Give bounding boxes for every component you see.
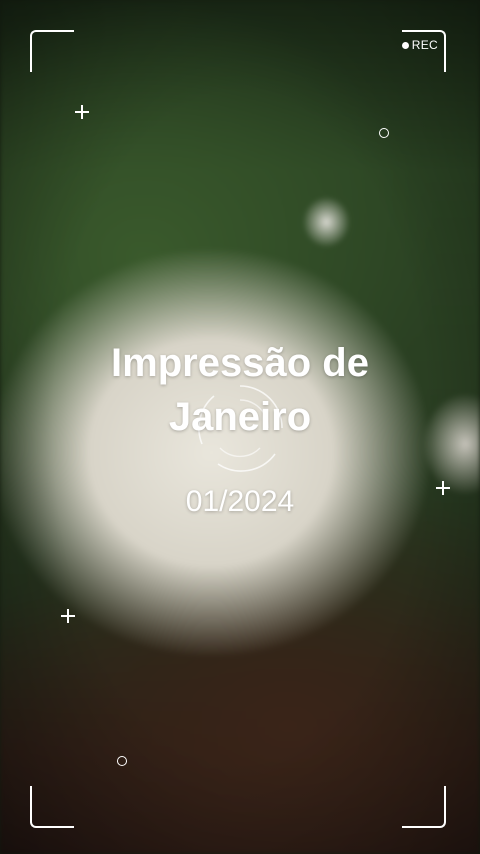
title-line-2: Janeiro (168, 395, 312, 439)
record-dot-icon (401, 41, 409, 49)
plus-icon (61, 609, 75, 623)
corner-bottom-left-icon (30, 786, 74, 828)
page-title: Impressão de Janeiro (0, 336, 480, 444)
corner-top-left-icon (30, 30, 74, 72)
circle-icon (379, 128, 389, 138)
plus-icon (75, 105, 89, 119)
title-line-1: Impressão de (111, 341, 369, 385)
corner-bottom-right-icon (402, 786, 446, 828)
rec-label: REC (411, 38, 438, 52)
date-label: 01/2024 (185, 485, 295, 518)
rec-indicator: REC (401, 38, 438, 52)
circle-icon (117, 756, 127, 766)
